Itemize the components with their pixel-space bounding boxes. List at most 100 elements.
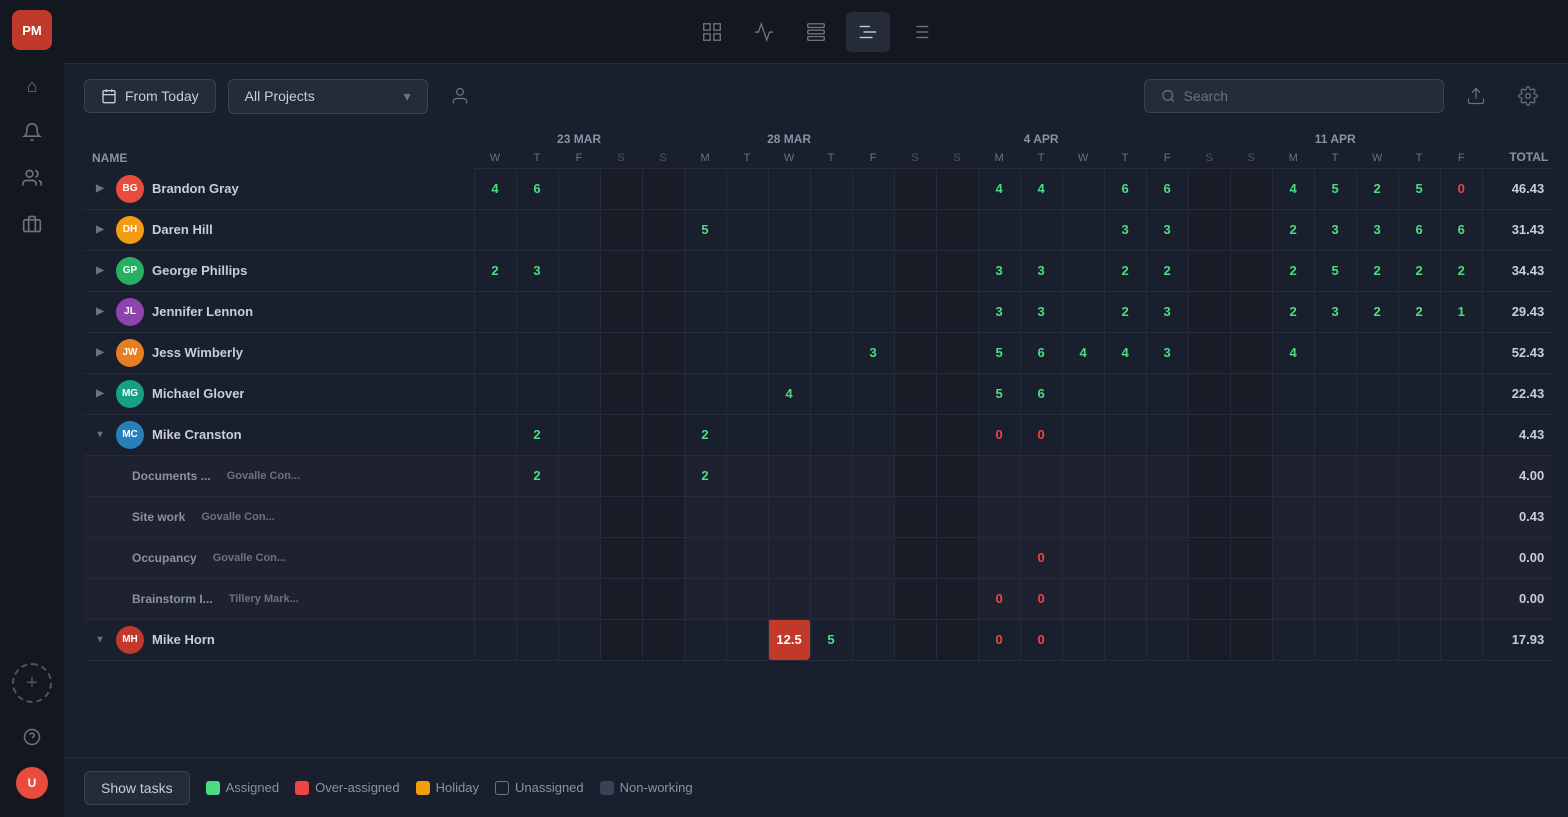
subtask-day-cell (1146, 455, 1188, 496)
legend-unassigned-dot (495, 781, 509, 795)
sidebar-item-help[interactable] (12, 717, 52, 757)
subtask-day-cell (1440, 537, 1482, 578)
subtask-day-cell (768, 537, 810, 578)
app-logo[interactable]: PM (12, 10, 52, 50)
toolbar (64, 0, 1568, 64)
day-cell: 3 (1314, 291, 1356, 332)
day-cell (600, 250, 642, 291)
expand-icon[interactable]: ▶ (92, 386, 108, 402)
person-name-label: George Phillips (152, 263, 247, 278)
subtask-day-cell: 2 (684, 455, 726, 496)
search-box[interactable] (1144, 79, 1444, 113)
subtask-day-cell (852, 537, 894, 578)
pulse-view-button[interactable] (742, 12, 786, 52)
project-select-dropdown[interactable]: All Projects ▾ (228, 79, 428, 114)
subtask-day-cell (936, 578, 978, 619)
day-cell (1314, 373, 1356, 414)
content-area: From Today All Projects ▾ (64, 64, 1568, 817)
day-w4: W (1356, 148, 1398, 169)
day-cell (894, 250, 936, 291)
legend-overassigned-label: Over-assigned (315, 780, 400, 795)
day-cell (978, 209, 1020, 250)
user-filter-button[interactable] (440, 76, 480, 116)
person-row: ▶ DH Daren Hill 5332336631.43 (84, 209, 1552, 250)
expand-icon[interactable]: ▾ (92, 427, 108, 443)
person-name-cell: ▾ MC Mike Cranston (84, 414, 474, 455)
day-cell (1314, 332, 1356, 373)
legend-holiday-dot (416, 781, 430, 795)
resource-view-button[interactable] (898, 12, 942, 52)
subtask-name-label: Documents ... (132, 469, 211, 483)
sidebar-item-people[interactable] (12, 158, 52, 198)
day-cell: 2 (1104, 250, 1146, 291)
person-name-label: Jennifer Lennon (152, 304, 253, 319)
day-cell (1272, 619, 1314, 660)
week-header-row: NAME 23 MAR 28 MAR 4 APR 11 APR TOTAL (84, 128, 1552, 148)
subtask-day-cell (1272, 578, 1314, 619)
show-tasks-button[interactable]: Show tasks (84, 771, 190, 805)
expand-icon[interactable]: ▶ (92, 181, 108, 197)
sidebar-item-notifications[interactable] (12, 112, 52, 152)
day-cell (1062, 414, 1104, 455)
chart-view-button[interactable] (690, 12, 734, 52)
day-cell: 2 (1356, 291, 1398, 332)
day-f3: F (1146, 148, 1188, 169)
subtask-day-cell (1356, 578, 1398, 619)
expand-icon[interactable]: ▶ (92, 304, 108, 320)
person-row: ▶ GP George Phillips 2333222522234.43 (84, 250, 1552, 291)
week-4apr-header: 4 APR (894, 128, 1188, 148)
day-cell: 5 (978, 373, 1020, 414)
day-cell: 2 (1272, 291, 1314, 332)
day-cell (1440, 619, 1482, 660)
subtask-day-cell (1062, 578, 1104, 619)
sidebar-add-button[interactable]: + (12, 663, 52, 703)
day-cell: 4 (768, 373, 810, 414)
day-cell (852, 250, 894, 291)
day-cell: 0 (1020, 414, 1062, 455)
expand-icon[interactable]: ▾ (92, 632, 108, 648)
day-cell (936, 619, 978, 660)
expand-icon[interactable]: ▶ (92, 345, 108, 361)
day-cell (558, 291, 600, 332)
day-cell (894, 414, 936, 455)
list-view-button[interactable] (794, 12, 838, 52)
day-cell (1398, 373, 1440, 414)
day-t6: T (1314, 148, 1356, 169)
subtask-day-cell (1020, 496, 1062, 537)
person-name-cell: ▶ GP George Phillips (84, 250, 474, 291)
expand-icon[interactable]: ▶ (92, 263, 108, 279)
avatar: BG (116, 175, 144, 203)
sidebar-item-projects[interactable] (12, 204, 52, 244)
subtask-total-cell: 0.00 (1482, 537, 1552, 578)
day-cell (1356, 332, 1398, 373)
expand-icon[interactable]: ▶ (92, 222, 108, 238)
day-cell: 3 (978, 291, 1020, 332)
person-name-cell: ▶ JL Jennifer Lennon (84, 291, 474, 332)
day-s6: S (1230, 148, 1272, 169)
sidebar-item-home[interactable]: ⌂ (12, 66, 52, 106)
user-avatar[interactable]: U (12, 763, 52, 803)
day-cell: 0 (1440, 169, 1482, 210)
day-cell: 3 (1020, 291, 1062, 332)
day-cell (1398, 414, 1440, 455)
export-button[interactable] (1456, 76, 1496, 116)
search-input[interactable] (1184, 88, 1427, 104)
from-today-button[interactable]: From Today (84, 79, 216, 113)
subtask-day-cell (1314, 578, 1356, 619)
avatar: MH (116, 626, 144, 654)
day-cell (1146, 373, 1188, 414)
avatar: DH (116, 216, 144, 244)
name-column-header: NAME (84, 128, 474, 169)
subtask-day-cell (852, 496, 894, 537)
subtask-day-cell (1104, 496, 1146, 537)
avatar: MG (116, 380, 144, 408)
person-name-label: Mike Horn (152, 632, 215, 647)
subtask-day-cell (1398, 496, 1440, 537)
legend-unassigned: Unassigned (495, 780, 584, 795)
day-cell (642, 373, 684, 414)
day-cell (684, 373, 726, 414)
subtask-project-label: Govalle Con... (201, 511, 274, 523)
settings-button[interactable] (1508, 76, 1548, 116)
gantt-view-button[interactable] (846, 12, 890, 52)
day-cell: 3 (1020, 250, 1062, 291)
